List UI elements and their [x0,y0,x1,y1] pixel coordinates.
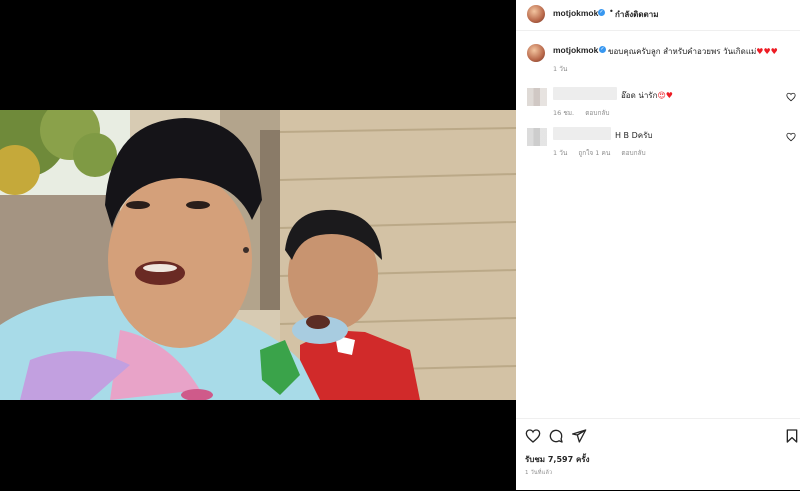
view-count: รับชม 7,597 ครั้ง [525,455,590,464]
heart-emoji-icon: ♥♥♥ [756,47,778,56]
caption-body: ขอบคุณครับลูก สำหรับคำอวยพร วันเกิดแม่ [608,47,757,56]
caption-timestamp: 1 วัน [553,65,568,73]
following-button[interactable]: กำลังติดตาม [615,8,659,21]
post-video[interactable] [0,110,516,400]
post-time-ago: 1 วันที่แล้ว [525,470,553,476]
paper-plane-icon[interactable] [571,428,587,444]
blurred-commenter-name [553,127,611,140]
comment-likes[interactable]: ถูกใจ 1 คน [578,149,610,157]
blurred-commenter-name [553,87,617,100]
comment-text: H B Dครับ [615,131,653,140]
instagram-post-view: motjokmok ✓ • กำลังติดตาม motjokmok ✓ ขอ… [0,0,800,490]
caption-author-username[interactable]: motjokmok [553,45,598,55]
post-side-panel: motjokmok ✓ • กำลังติดตาม motjokmok ✓ ขอ… [516,0,800,490]
post-caption: motjokmok ✓ ขอบคุณครับลูก สำหรับคำอวยพร … [516,36,800,76]
verified-badge-icon: ✓ [599,46,606,53]
video-frame-image [0,110,516,400]
heart-outline-icon[interactable] [525,428,541,444]
comment-body: อ๊อด น่ารัก [621,91,658,100]
bookmark-icon[interactable] [784,428,800,444]
comment-time: 1 วัน [553,149,568,157]
author-avatar[interactable] [527,5,545,23]
verified-badge-icon: ✓ [598,9,605,16]
comment-like-icon[interactable] [786,132,796,142]
comment-meta: 1 วัน ถูกใจ 1 คน ตอบกลับ [553,148,655,158]
comment-meta: 16 ชม. ตอบกลับ [553,108,618,118]
commenter-avatar[interactable] [527,128,547,146]
caption-author-avatar[interactable] [527,44,545,62]
comment-item: อ๊อด น่ารัก😍♥ 16 ชม. ตอบกลับ [516,82,800,118]
caption-text: ขอบคุณครับลูก สำหรับคำอวยพร วันเกิดแม่♥♥… [608,45,778,58]
post-header: motjokmok ✓ • กำลังติดตาม [516,0,800,31]
comment-time: 16 ชม. [553,109,575,117]
reply-button[interactable]: ตอบกลับ [621,149,645,157]
speech-bubble-icon[interactable] [548,428,564,444]
comment-like-icon[interactable] [786,92,796,102]
separator-dot: • [609,7,614,16]
comment-text: อ๊อด น่ารัก😍♥ [621,89,673,102]
commenter-avatar[interactable] [527,88,547,106]
author-username[interactable]: motjokmok [553,8,598,18]
comment-emoji: 😍♥ [657,91,673,100]
media-area [0,0,516,490]
reply-button[interactable]: ตอบกลับ [585,109,609,117]
comment-item: H B Dครับ 1 วัน ถูกใจ 1 คน ตอบกลับ [516,122,800,158]
post-actions-bar: รับชม 7,597 ครั้ง 1 วันที่แล้ว [516,418,800,491]
